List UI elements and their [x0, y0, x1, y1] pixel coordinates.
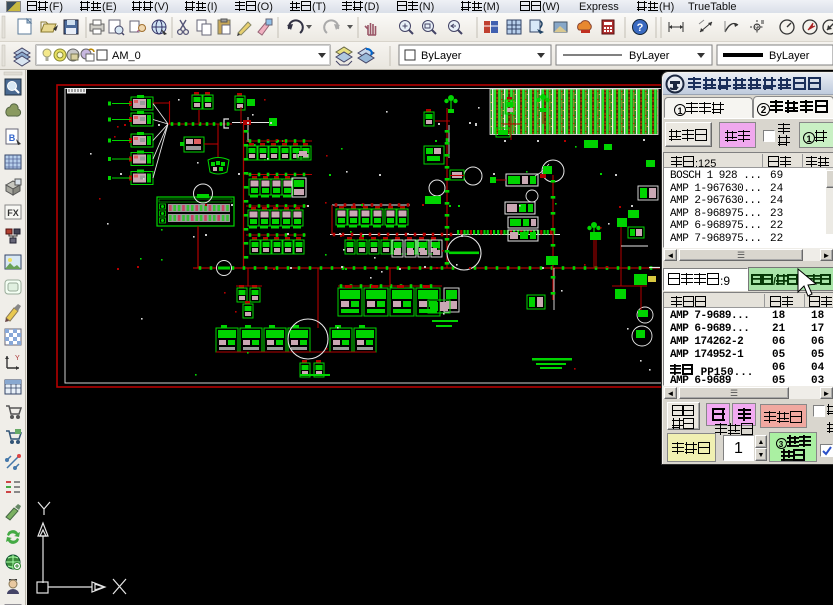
- svg-text:FX: FX: [7, 208, 19, 218]
- svg-text:ByLayer: ByLayer: [421, 50, 462, 62]
- svg-text:ByLayer: ByLayer: [629, 50, 670, 62]
- svg-text:ByLayer: ByLayer: [769, 50, 810, 62]
- svg-text:?: ?: [637, 22, 644, 34]
- svg-text:AM_0: AM_0: [112, 50, 141, 62]
- svg-text:B: B: [9, 133, 16, 143]
- svg-text:Y: Y: [15, 355, 20, 362]
